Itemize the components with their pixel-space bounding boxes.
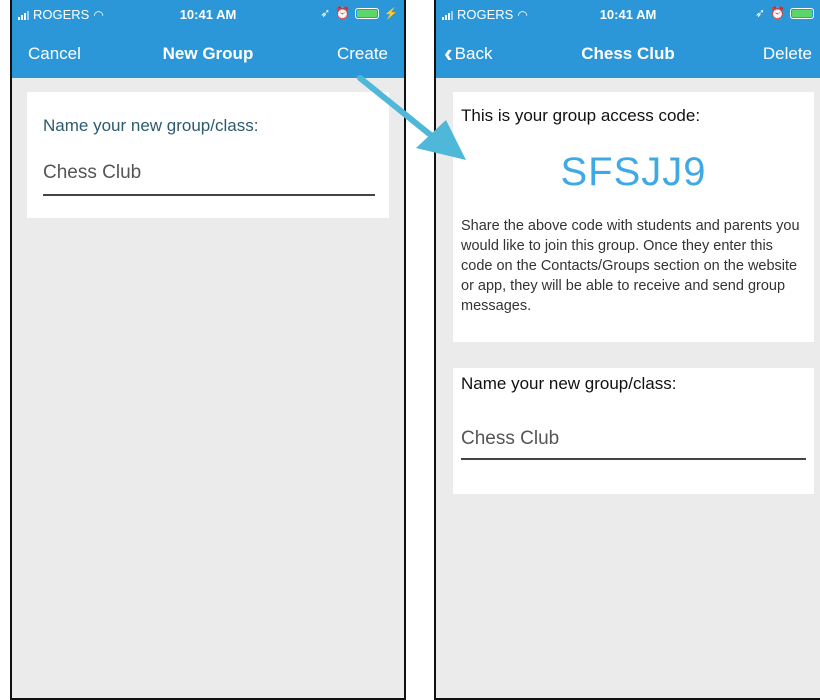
battery-icon [355, 7, 380, 19]
group-name-card: Name your new group/class: Chess Club [27, 92, 389, 218]
top-bar: ROGERS ◠ 10:41 AM ➶ ⏰ ⚡ Cancel New Group… [12, 0, 404, 78]
charging-icon: ⚡ [384, 7, 398, 20]
access-code-value: SFSJJ9 [560, 150, 707, 194]
access-code-heading: This is your group access code: [461, 106, 701, 125]
location-arrow-icon: ➶ [320, 6, 331, 20]
status-bar: ROGERS ◠ 10:41 AM ➶ ⏰ ⚡ [12, 0, 404, 30]
group-name-input[interactable]: Chess Club [461, 428, 559, 450]
create-button[interactable]: Create [337, 44, 388, 64]
access-code-description: Share the above code with students and p… [461, 218, 800, 314]
input-underline [43, 194, 375, 196]
navigation-bar: ‹ Back Chess Club Delete [436, 30, 820, 78]
alarm-clock-icon: ⏰ [770, 6, 785, 20]
status-icons: ➶ ⏰ ⚡ [320, 6, 398, 20]
group-name-label: Name your new group/class: [461, 374, 677, 393]
battery-icon [790, 7, 814, 19]
navigation-bar: Cancel New Group Create [12, 30, 404, 78]
delete-button[interactable]: Delete [763, 44, 812, 64]
group-name-label: Name your new group/class: [43, 116, 259, 135]
top-bar: ROGERS ◠ 10:41 AM ➶ ⏰ ‹ Back Chess Club … [436, 0, 820, 78]
location-arrow-icon: ➶ [754, 6, 766, 20]
status-icons: ➶ ⏰ [755, 6, 814, 20]
phone-screen-group-detail: ROGERS ◠ 10:41 AM ➶ ⏰ ‹ Back Chess Club … [434, 0, 820, 700]
input-underline [461, 458, 806, 460]
status-bar: ROGERS ◠ 10:41 AM ➶ ⏰ [436, 0, 820, 30]
alarm-clock-icon: ⏰ [335, 6, 351, 20]
phone-screen-new-group: ROGERS ◠ 10:41 AM ➶ ⏰ ⚡ Cancel New Group… [10, 0, 406, 700]
access-code-card: This is your group access code: SFSJJ9 S… [453, 92, 814, 342]
group-name-card: Name your new group/class: Chess Club [453, 368, 814, 494]
group-name-input[interactable]: Chess Club [43, 162, 141, 184]
